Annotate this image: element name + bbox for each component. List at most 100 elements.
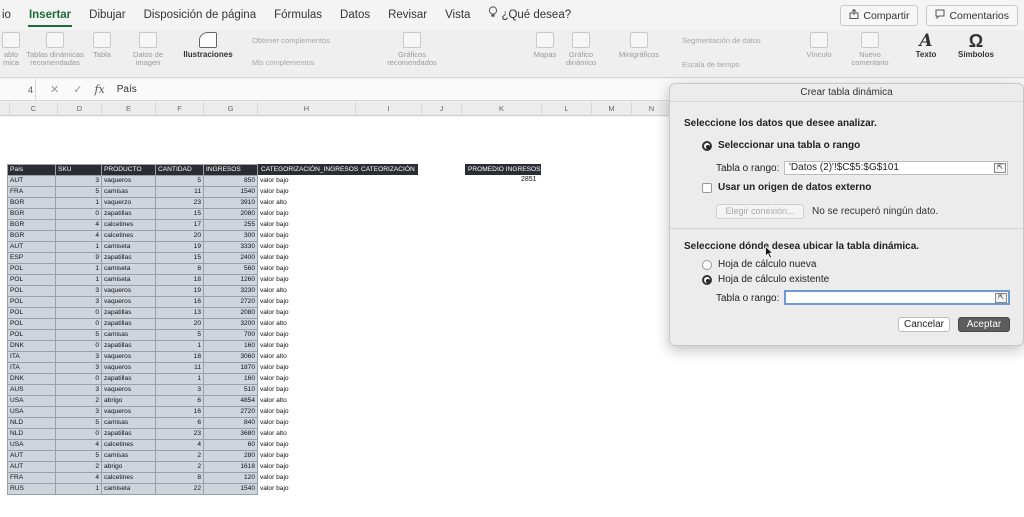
checkbox-external-source[interactable]: Usar un origen de datos externo bbox=[702, 182, 871, 193]
ribbon-simbolos[interactable]: Ω Símbolos bbox=[956, 32, 996, 59]
table-cell[interactable]: 4 bbox=[55, 472, 102, 484]
table-cell[interactable]: 3910 bbox=[203, 197, 258, 209]
table-header-cell[interactable]: PRODUCTO bbox=[101, 164, 156, 176]
table-cell[interactable]: vaquerzo bbox=[101, 197, 156, 209]
table-cell[interactable]: 16 bbox=[155, 296, 204, 308]
ribbon-timeline[interactable]: Escala de tiempo bbox=[682, 60, 740, 69]
table-header-cell[interactable]: País bbox=[7, 164, 56, 176]
table-cell[interactable]: zapatillas bbox=[101, 208, 156, 220]
table-cell[interactable]: RUS bbox=[7, 483, 56, 495]
table-cell[interactable]: 1 bbox=[55, 197, 102, 209]
range-picker-icon[interactable]: ⇱ bbox=[995, 293, 1007, 303]
table-cell[interactable]: 19 bbox=[155, 241, 204, 253]
table-cell[interactable]: 840 bbox=[203, 417, 258, 429]
table-cell[interactable]: 0 bbox=[55, 428, 102, 440]
table-cell[interactable]: calcetines bbox=[101, 439, 156, 451]
ribbon-tabla-dinamica[interactable]: ablo mica bbox=[0, 32, 22, 67]
column-header[interactable]: L bbox=[542, 102, 592, 116]
menu-dibujar[interactable]: Dibujar bbox=[80, 0, 134, 30]
category-cell[interactable]: valor bajo bbox=[257, 439, 292, 451]
menu-disposicion[interactable]: Disposición de página bbox=[135, 0, 266, 30]
category-cell[interactable]: valor bajo bbox=[257, 252, 292, 264]
ribbon-vinculo[interactable]: Vínculo bbox=[802, 32, 836, 59]
table-cell[interactable]: 8 bbox=[155, 472, 204, 484]
table-cell[interactable]: camisas bbox=[101, 186, 156, 198]
category-cell[interactable]: valor bajo bbox=[257, 230, 292, 242]
table-cell[interactable]: 2400 bbox=[203, 252, 258, 264]
table-cell[interactable]: DNK bbox=[7, 373, 56, 385]
table-cell[interactable]: zapatillas bbox=[101, 428, 156, 440]
table-cell[interactable]: 560 bbox=[203, 263, 258, 275]
table-cell[interactable]: POL bbox=[7, 263, 56, 275]
table-cell[interactable]: calcetines bbox=[101, 219, 156, 231]
tell-me-search[interactable]: ¿Qué desea? bbox=[479, 0, 580, 30]
table-cell[interactable]: POL bbox=[7, 318, 56, 330]
ribbon-datos-imagen[interactable]: Datos de imagen bbox=[128, 32, 168, 67]
column-header[interactable]: K bbox=[462, 102, 542, 116]
table-cell[interactable]: FRA bbox=[7, 186, 56, 198]
category-cell[interactable]: valor bajo bbox=[257, 373, 292, 385]
share-button[interactable]: Compartir bbox=[840, 5, 919, 26]
table-cell[interactable]: 1 bbox=[155, 373, 204, 385]
menu-revisar[interactable]: Revisar bbox=[379, 0, 436, 30]
table-cell[interactable]: 3330 bbox=[203, 241, 258, 253]
table-cell[interactable]: 510 bbox=[203, 384, 258, 396]
table-cell[interactable]: 3 bbox=[55, 351, 102, 363]
table-cell[interactable]: calcetines bbox=[101, 230, 156, 242]
table-cell[interactable]: BGR bbox=[7, 197, 56, 209]
column-header[interactable]: G bbox=[204, 102, 258, 116]
ribbon-recommended-pivots[interactable]: Tablas dinámicas recomendadas bbox=[24, 32, 86, 67]
table-cell[interactable]: 18 bbox=[155, 274, 204, 286]
table-cell[interactable]: vaqueros bbox=[101, 406, 156, 418]
table-cell[interactable]: 2080 bbox=[203, 208, 258, 220]
table-cell[interactable]: camiseta bbox=[101, 263, 156, 275]
ribbon-sparklines[interactable]: Minigráficos bbox=[614, 32, 664, 59]
table-cell[interactable]: POL bbox=[7, 307, 56, 319]
table-cell[interactable]: 3 bbox=[55, 384, 102, 396]
table-cell[interactable]: 1540 bbox=[203, 186, 258, 198]
table-cell[interactable]: AUT bbox=[7, 450, 56, 462]
table-cell[interactable]: 3 bbox=[55, 285, 102, 297]
category-cell[interactable]: valor bajo bbox=[257, 417, 292, 429]
table-cell[interactable]: zapatillas bbox=[101, 318, 156, 330]
table-cell[interactable]: AUT bbox=[7, 241, 56, 253]
table-cell[interactable]: 3 bbox=[55, 175, 102, 187]
table-cell[interactable]: 280 bbox=[203, 450, 258, 462]
column-header[interactable]: C bbox=[10, 102, 58, 116]
table-cell[interactable]: abrigo bbox=[101, 395, 156, 407]
table-cell[interactable]: 4 bbox=[55, 439, 102, 451]
category-income-header[interactable]: CATEGORIZACIÓN_INGRESOS bbox=[258, 164, 362, 175]
table-header-cell[interactable]: CANTIDAD bbox=[155, 164, 204, 176]
name-box[interactable]: 4 bbox=[0, 78, 36, 101]
category-cell[interactable]: valor bajo bbox=[257, 340, 292, 352]
table-cell[interactable]: 3 bbox=[55, 406, 102, 418]
table-cell[interactable]: POL bbox=[7, 274, 56, 286]
table-cell[interactable]: 13 bbox=[155, 307, 204, 319]
range-input[interactable]: 'Datos (2)'!$C$5:$G$101 ⇱ bbox=[784, 161, 1008, 175]
table-cell[interactable]: 23 bbox=[155, 197, 204, 209]
table-cell[interactable]: 300 bbox=[203, 230, 258, 242]
table-cell[interactable]: calcetines bbox=[101, 472, 156, 484]
category-cell[interactable]: valor bajo bbox=[257, 406, 292, 418]
table-cell[interactable]: POL bbox=[7, 296, 56, 308]
table-cell[interactable]: 1618 bbox=[203, 461, 258, 473]
destination-range-input[interactable]: ⇱ bbox=[784, 290, 1010, 305]
category-cell[interactable]: valor alto bbox=[257, 428, 292, 440]
table-cell[interactable]: BGR bbox=[7, 230, 56, 242]
ribbon-slicer[interactable]: Segmentación de datos bbox=[682, 36, 761, 45]
table-cell[interactable]: 6 bbox=[155, 395, 204, 407]
category-cell[interactable]: valor bajo bbox=[257, 461, 292, 473]
table-cell[interactable]: zapatillas bbox=[101, 340, 156, 352]
table-cell[interactable]: 17 bbox=[155, 219, 204, 231]
table-cell[interactable]: camiseta bbox=[101, 274, 156, 286]
ribbon-mapas[interactable]: Mapas bbox=[530, 32, 560, 59]
table-cell[interactable]: 255 bbox=[203, 219, 258, 231]
corner-cell[interactable] bbox=[0, 102, 10, 116]
range-picker-icon[interactable]: ⇱ bbox=[994, 163, 1006, 173]
table-cell[interactable]: 11 bbox=[155, 362, 204, 374]
table-cell[interactable]: FRA bbox=[7, 472, 56, 484]
ribbon-new-comment[interactable]: Nuevo comentario bbox=[846, 32, 894, 67]
confirm-icon[interactable]: ✓ bbox=[73, 83, 82, 96]
cancel-icon[interactable]: ✕ bbox=[50, 83, 59, 96]
table-cell[interactable]: 3230 bbox=[203, 285, 258, 297]
